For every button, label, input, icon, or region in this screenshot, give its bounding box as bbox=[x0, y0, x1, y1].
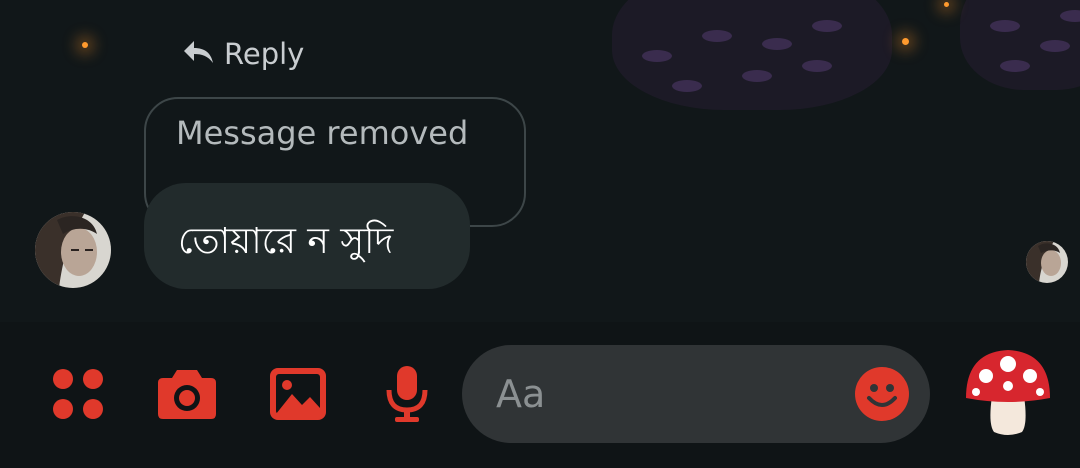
gallery-icon[interactable] bbox=[270, 368, 326, 424]
camera-icon[interactable] bbox=[157, 366, 217, 424]
removed-message-text: Message removed bbox=[176, 114, 469, 152]
message-text: তোয়ারে ন সুদি bbox=[178, 221, 394, 262]
smiley-icon[interactable] bbox=[854, 366, 910, 426]
background-mushroom-right bbox=[960, 0, 1080, 90]
bokeh-light bbox=[944, 2, 949, 7]
mushroom-icon[interactable] bbox=[962, 346, 1054, 442]
reply-arrow-icon bbox=[182, 39, 216, 69]
reply-label: Reply bbox=[224, 37, 305, 71]
bokeh-light bbox=[82, 42, 88, 48]
read-receipt-avatar bbox=[1026, 241, 1068, 283]
background-mushroom-left bbox=[612, 0, 892, 110]
reply-indicator: Reply bbox=[182, 34, 304, 74]
message-input-placeholder: Aa bbox=[496, 372, 546, 416]
sender-avatar[interactable] bbox=[35, 212, 111, 288]
bokeh-light bbox=[902, 38, 909, 45]
microphone-icon[interactable] bbox=[385, 364, 429, 428]
menu-dots-icon[interactable] bbox=[52, 368, 104, 424]
